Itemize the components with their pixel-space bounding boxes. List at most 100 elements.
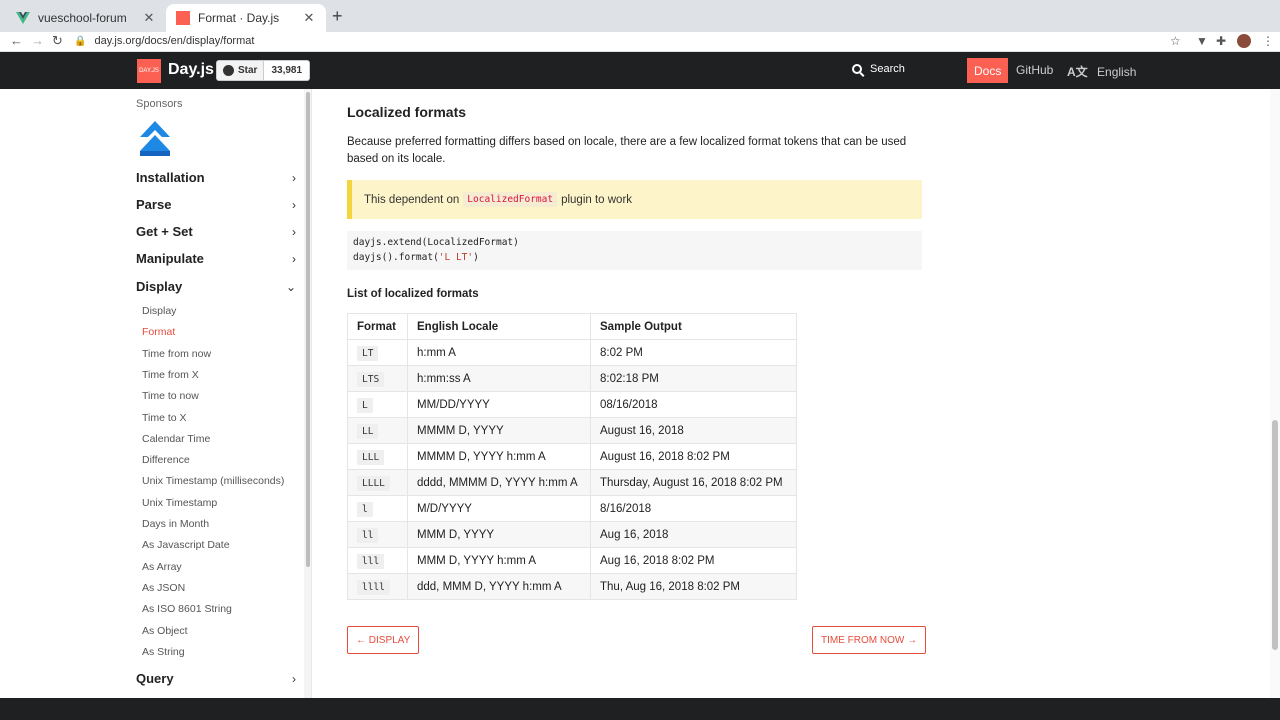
brand-title[interactable]: Day.js [168, 61, 214, 79]
table-row: LLL MMMM D, YYYY h:mm A August 16, 2018 8:… [347, 443, 797, 470]
note-prefix: This dependent on [364, 193, 460, 206]
page-scrollbar-thumb[interactable] [1272, 420, 1278, 650]
site-footer [0, 698, 1280, 720]
format-token: llll [357, 579, 390, 595]
table-header: English Locale [407, 313, 591, 340]
reload-icon[interactable]: ↻ [52, 33, 63, 49]
table-row: l M/D/YYYY 8/16/2018 [347, 495, 797, 522]
table-cell: 8:02:18 PM [590, 365, 797, 392]
sidebar-section-display[interactable]: Display ⌄ [136, 279, 296, 294]
vue-icon [16, 12, 30, 24]
table-cell: Thu, Aug 16, 2018 8:02 PM [590, 573, 797, 600]
sidebar-item-calendar-time[interactable]: Calendar Time [142, 433, 210, 445]
table-cell: l [347, 495, 408, 522]
table-cell: MMMM D, YYYY h:mm A [407, 443, 591, 470]
table-cell: MM/DD/YYYY [407, 391, 591, 418]
chevron-right-icon: › [292, 671, 296, 686]
dayjs-favicon-icon [176, 11, 190, 25]
sidebar-item-as-iso-8601-string[interactable]: As ISO 8601 String [142, 603, 232, 615]
table-cell: 8:02 PM [590, 339, 797, 366]
sidebar-section-get-set[interactable]: Get + Set › [136, 224, 296, 239]
browser-tab-dayjs[interactable]: Format · Day.js ✕ [166, 4, 326, 32]
bookmark-star-icon[interactable]: ☆ [1170, 34, 1181, 48]
table-cell: 8/16/2018 [590, 495, 797, 522]
sidebar-scrollbar-thumb[interactable] [306, 92, 310, 567]
format-token: l [357, 501, 373, 517]
list-heading: List of localized formats [347, 288, 479, 300]
sidebar-section-query[interactable]: Query › [136, 671, 296, 686]
code-block: dayjs.extend(LocalizedFormat) dayjs().fo… [347, 231, 922, 270]
star-count[interactable]: 33,981 [264, 60, 311, 81]
sidebar-item-format[interactable]: Format [142, 326, 175, 338]
profile-avatar[interactable] [1237, 34, 1251, 48]
table-cell: M/D/YYYY [407, 495, 591, 522]
sidebar-section-installation[interactable]: Installation › [136, 170, 296, 185]
section-label: Query [136, 671, 174, 686]
github-icon [223, 65, 234, 76]
format-token: LLLL [357, 475, 390, 491]
next-page-button[interactable]: TIME FROM NOW → [812, 626, 927, 654]
tab-title: Format · Day.js [198, 11, 280, 25]
note-suffix: plugin to work [561, 193, 633, 206]
localized-formats-table: Format English Locale Sample Output LT h:… [347, 313, 797, 600]
sidebar-item-unix-timestamp[interactable]: Unix Timestamp [142, 497, 217, 509]
chevron-down-icon: ⌄ [285, 279, 296, 294]
table-row: ll MMM D, YYYY Aug 16, 2018 [347, 521, 797, 548]
extensions-puzzle-icon[interactable]: ✚ [1216, 34, 1226, 48]
search-box[interactable]: Search [852, 63, 905, 75]
url-field[interactable]: 🔒 day.js.org/docs/en/display/format [74, 32, 1184, 50]
sidebar-item-unix-timestamp-milliseconds[interactable]: Unix Timestamp (milliseconds) [142, 475, 284, 487]
sponsor-logo-icon[interactable] [140, 121, 170, 157]
sidebar-item-as-array[interactable]: As Array [142, 561, 182, 573]
sidebar-item-as-object[interactable]: As Object [142, 625, 188, 637]
format-token: LTS [357, 371, 385, 387]
forward-icon[interactable]: → [31, 33, 44, 48]
github-star-widget[interactable]: Star 33,981 [216, 60, 311, 81]
table-cell: Thursday, August 16, 2018 8:02 PM [590, 469, 797, 496]
github-star-button[interactable]: Star [216, 60, 265, 81]
table-cell: llll [347, 573, 408, 600]
format-token: ll [357, 527, 379, 543]
back-icon[interactable]: ← [10, 33, 23, 48]
close-icon[interactable]: ✕ [302, 10, 316, 26]
table-cell: August 16, 2018 [590, 417, 797, 444]
table-cell: LTS [347, 365, 408, 392]
section-label: Manipulate [136, 251, 204, 266]
prev-page-button[interactable]: ← DISPLAY [347, 626, 420, 654]
table-cell: lll [347, 547, 408, 574]
table-cell: LT [347, 339, 408, 366]
sidebar-item-time-to-now[interactable]: Time to now [142, 390, 199, 402]
plugin-note: This dependent on LocalizedFormat plugin… [347, 180, 922, 219]
dayjs-logo[interactable]: DAY.JS [137, 59, 161, 83]
nav-language[interactable]: A文 English [1067, 63, 1136, 80]
sidebar-item-time-to-x[interactable]: Time to X [142, 412, 187, 424]
sidebar-item-as-javascript-date[interactable]: As Javascript Date [142, 539, 230, 551]
note-code[interactable]: LocalizedFormat [463, 192, 558, 207]
sidebar-item-difference[interactable]: Difference [142, 454, 190, 466]
format-token: LLL [357, 449, 385, 465]
language-label: English [1097, 65, 1137, 79]
sidebar-section-manipulate[interactable]: Manipulate › [136, 251, 296, 266]
sidebar-item-days-in-month[interactable]: Days in Month [142, 518, 209, 530]
nav-github[interactable]: GitHub [1016, 63, 1053, 77]
table-cell: MMM D, YYYY [407, 521, 591, 548]
new-tab-icon[interactable]: + [332, 6, 343, 27]
table-cell: h:mm:ss A [407, 365, 591, 392]
sidebar-item-as-string[interactable]: As String [142, 646, 185, 658]
extension-vue-icon[interactable]: ▼ [1196, 34, 1208, 48]
table-cell: Aug 16, 2018 8:02 PM [590, 547, 797, 574]
sidebar-item-time-from-x[interactable]: Time from X [142, 369, 199, 381]
sidebar-item-time-from-now[interactable]: Time from now [142, 348, 211, 360]
sidebar-item-as-json[interactable]: As JSON [142, 582, 185, 594]
browser-tab-vueschool[interactable]: vueschool-forum ✕ [6, 4, 166, 32]
sidebar-item-display[interactable]: Display [142, 305, 176, 317]
section-label: Get + Set [136, 224, 193, 239]
table-cell: ddd, MMM D, YYYY h:mm A [407, 573, 591, 600]
sidebar-section-parse[interactable]: Parse › [136, 197, 296, 212]
table-row: LL MMMM D, YYYY August 16, 2018 [347, 417, 797, 444]
menu-kebab-icon[interactable]: ⋮ [1262, 34, 1274, 48]
nav-docs[interactable]: Docs [967, 58, 1009, 83]
main-content: Localized formats Because preferred form… [312, 89, 1272, 698]
table-row: LLLL dddd, MMMM D, YYYY h:mm A Thursday, A… [347, 469, 797, 496]
close-icon[interactable]: ✕ [142, 10, 156, 26]
